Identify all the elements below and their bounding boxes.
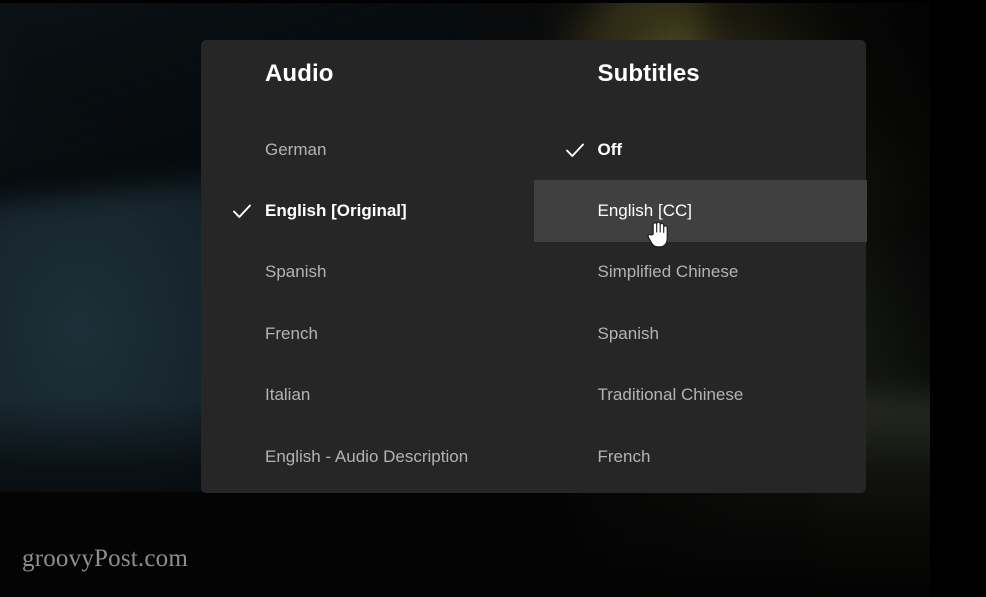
subtitles-track-label: Off [597, 139, 623, 159]
audio-track-label: German [265, 139, 327, 159]
subtitles-track-label: Spanish [597, 323, 659, 343]
subtitles-track-off[interactable]: Off [534, 119, 867, 180]
subtitles-column: Subtitles Off English [CC] Simplified Ch… [533, 40, 867, 493]
audio-column-title: Audio [265, 60, 334, 87]
audio-track-french[interactable]: French [201, 303, 534, 364]
subtitles-track-spanish[interactable]: Spanish [534, 303, 867, 364]
subtitles-track-label: French [597, 446, 651, 466]
subtitles-track-traditional-chinese[interactable]: Traditional Chinese [534, 365, 867, 426]
subtitles-column-title: Subtitles [597, 60, 700, 87]
subtitles-track-label: Simplified Chinese [597, 262, 739, 282]
checkmark-icon [564, 139, 586, 161]
checkmark-icon [231, 200, 253, 222]
subtitles-track-label: English [CC] [597, 201, 692, 221]
audio-track-label: English - Audio Description [265, 446, 469, 466]
audio-track-english-audio-description[interactable]: English - Audio Description [201, 426, 534, 487]
letterbox-top [0, 0, 986, 3]
audio-track-label: French [265, 323, 318, 343]
audio-track-italian[interactable]: Italian [201, 365, 534, 426]
video-player-screen: Audio German English [Original] Spanish … [0, 0, 986, 597]
audio-column: Audio German English [Original] Spanish … [201, 40, 534, 493]
subtitles-track-label: Traditional Chinese [597, 385, 744, 405]
subtitles-track-simplified-chinese[interactable]: Simplified Chinese [534, 242, 867, 303]
audio-track-label: Spanish [265, 262, 327, 282]
audio-track-label: English [Original] [265, 201, 407, 221]
watermark: groovyPost.com [22, 545, 188, 572]
audio-track-english-original[interactable]: English [Original] [201, 180, 534, 241]
subtitles-track-list: Off English [CC] Simplified Chinese Span… [533, 119, 867, 487]
subtitles-track-english-cc[interactable]: English [CC] [533, 180, 867, 242]
audio-subtitles-panel: Audio German English [Original] Spanish … [201, 40, 867, 493]
audio-track-german[interactable]: German [201, 119, 534, 180]
subtitles-track-french[interactable]: French [534, 426, 867, 487]
audio-track-label: Italian [265, 385, 311, 405]
audio-track-spanish[interactable]: Spanish [201, 242, 534, 303]
audio-track-list: German English [Original] Spanish French… [201, 119, 534, 487]
